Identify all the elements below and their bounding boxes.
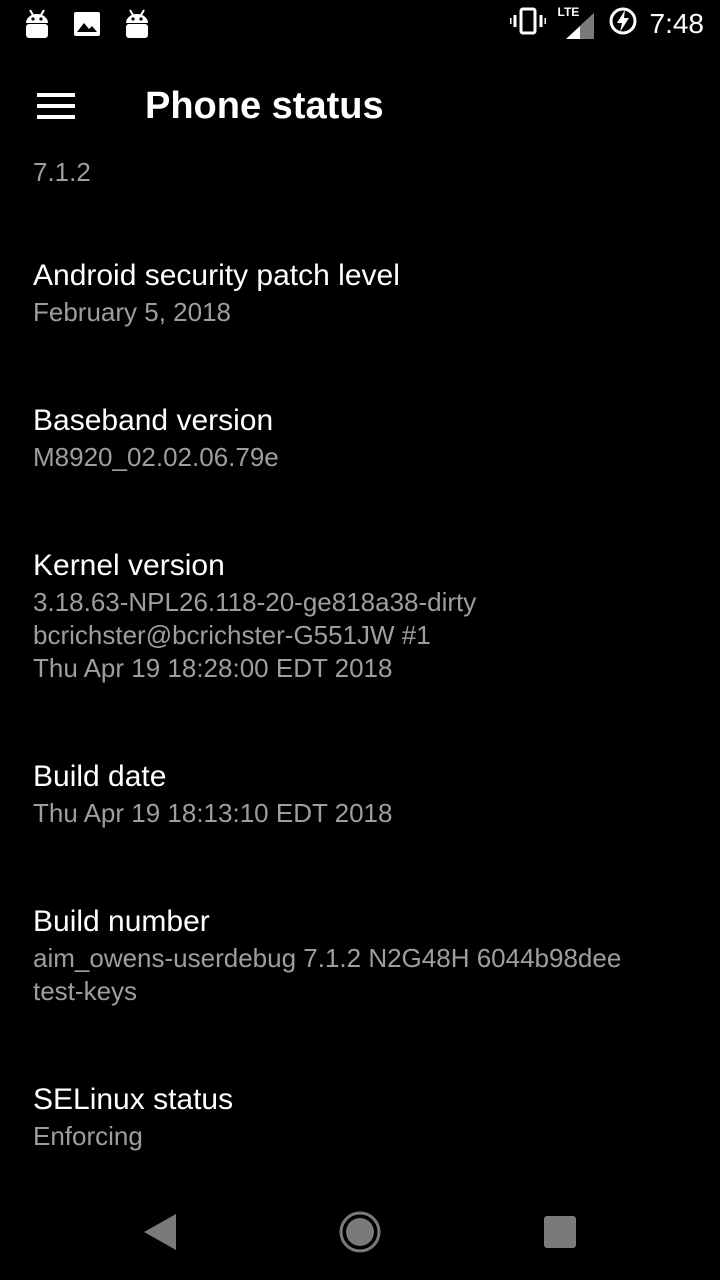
home-button[interactable] (320, 1200, 400, 1264)
list-item-value: Enforcing (33, 1121, 143, 1151)
android-icon (122, 8, 152, 45)
list-item-value: February 5, 2018 (33, 297, 232, 327)
battery-charging-icon (608, 6, 638, 41)
list-item-value: Thu Apr 19 18:13:10 EDT 2018 (33, 798, 393, 828)
recents-button[interactable] (520, 1200, 600, 1264)
list-item-build-date[interactable]: Build date Thu Apr 19 18:13:10 EDT 2018 (33, 757, 693, 830)
list-item-title: Build date (33, 760, 167, 793)
phone-status-screen: LTE 7:48 Phone status 7.1.2 Android secu… (0, 0, 720, 1280)
list-item-value: M8920_02.02.06.79e (33, 442, 279, 472)
list-item-value: aim_owens-userdebug 7.1.2 N2G48H 6044b98… (33, 943, 622, 1006)
menu-button[interactable] (22, 74, 90, 138)
list-item-security-patch[interactable]: Android security patch level February 5,… (33, 256, 693, 329)
back-icon (144, 1214, 176, 1250)
home-icon (339, 1211, 381, 1253)
list-item-value: 3.18.63-NPL26.118-20-ge818a38-dirty bcri… (33, 587, 477, 683)
system-icons: LTE 7:48 (509, 5, 705, 41)
vibrate-icon (509, 6, 546, 41)
list-item-title: Kernel version (33, 549, 225, 582)
list-item-selinux[interactable]: SELinux status Enforcing (33, 1080, 693, 1153)
list-item-kernel[interactable]: Kernel version 3.18.63-NPL26.118-20-ge81… (33, 546, 693, 685)
notification-icons (22, 8, 152, 45)
recents-icon (544, 1216, 576, 1248)
list-item-title: SELinux status (33, 1083, 234, 1116)
android-version-value: 7.1.2 (33, 157, 91, 187)
android-icon (22, 8, 52, 45)
app-bar: Phone status (0, 50, 720, 162)
list-item-title: Build number (33, 905, 210, 938)
list-item-build-number[interactable]: Build number aim_owens-userdebug 7.1.2 N… (33, 902, 693, 1008)
status-list: 7.1.2 Android security patch level Febru… (0, 150, 720, 1190)
image-icon (72, 9, 102, 44)
status-bar: LTE 7:48 (0, 0, 720, 50)
navigation-bar (0, 1184, 720, 1280)
menu-icon (37, 93, 75, 119)
list-item-baseband[interactable]: Baseband version M8920_02.02.06.79e (33, 401, 693, 474)
status-time: 7:48 (649, 7, 705, 39)
page-title: Phone status (145, 85, 384, 127)
list-item-title: Baseband version (33, 404, 274, 437)
signal-icon: LTE (558, 5, 596, 41)
back-button[interactable] (120, 1200, 200, 1264)
list-item-title: Android security patch level (33, 259, 400, 292)
